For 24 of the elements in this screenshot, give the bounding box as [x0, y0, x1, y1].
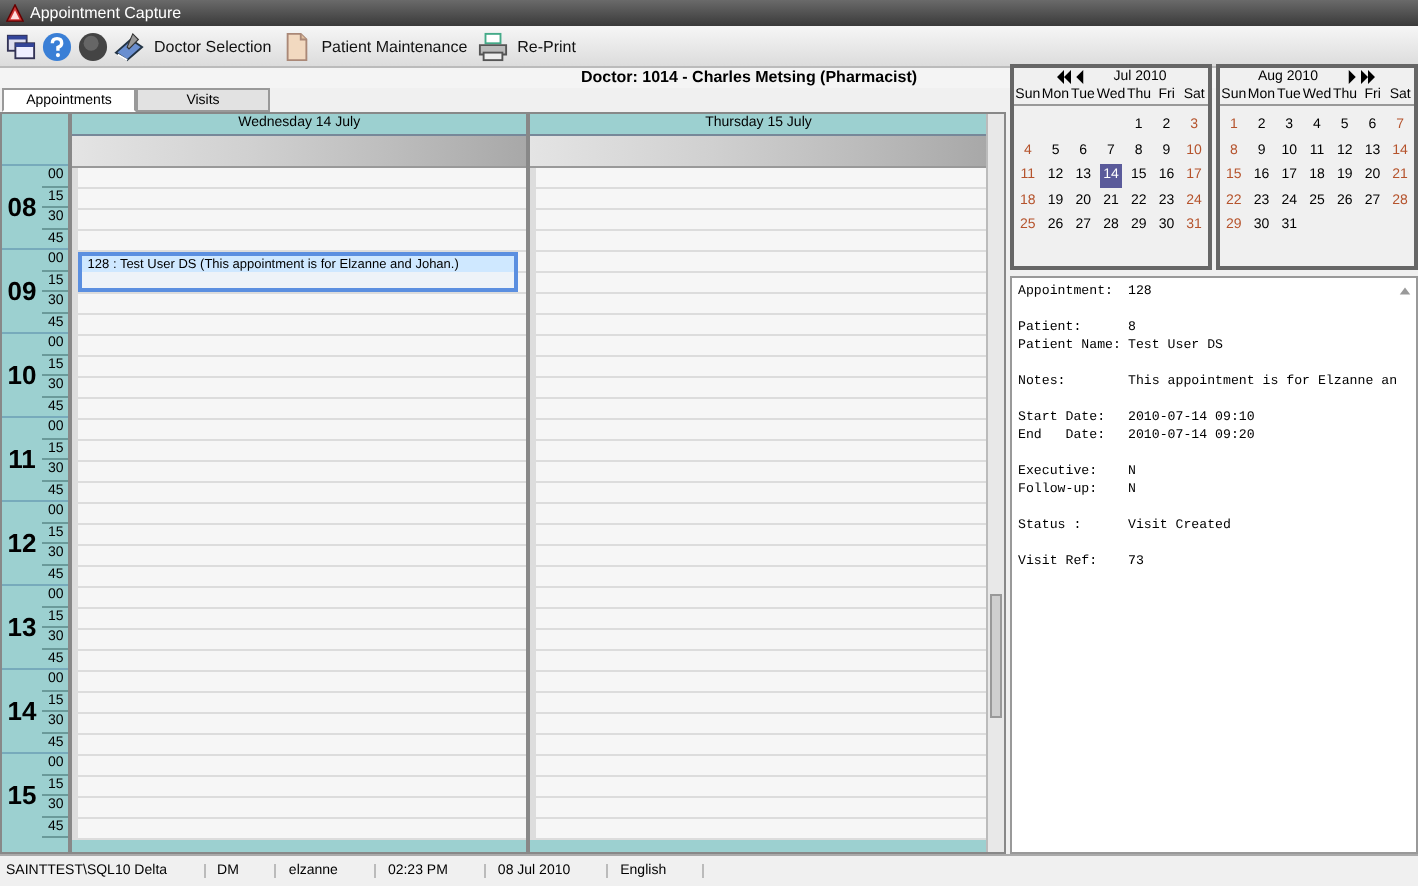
book-icon[interactable]	[114, 31, 144, 61]
scrollbar[interactable]	[986, 114, 1004, 852]
circle-icon[interactable]	[78, 31, 108, 61]
app-icon	[6, 4, 24, 22]
hour-label: 13	[5, 610, 39, 646]
hour-label: 12	[5, 526, 39, 562]
windows-icon[interactable]	[6, 31, 36, 61]
previous-arrows-icon[interactable]	[1055, 70, 1086, 84]
toolbar-button[interactable]: Patient Maintenance	[317, 37, 472, 55]
document-icon[interactable]	[281, 31, 312, 61]
hour-label: 15	[5, 778, 39, 814]
hour-label: 08	[5, 190, 39, 226]
hour-label: 11	[6, 442, 38, 478]
doctor-label: Doctor: 1014 - Charles Metsing (Pharmacist)	[580, 68, 918, 88]
next-arrows-icon[interactable]	[1345, 70, 1376, 84]
hour-label: 14	[5, 694, 39, 730]
toolbar-button[interactable]: Doctor Selection	[150, 37, 276, 55]
hour-label: 09	[5, 274, 39, 310]
help-icon[interactable]	[42, 31, 72, 61]
toolbar-button[interactable]: Re-Print	[513, 37, 580, 55]
window-title: Appointment Capture	[30, 4, 182, 22]
printer-icon[interactable]	[477, 31, 508, 61]
hour-label: 10	[5, 358, 39, 394]
scroll-up-icon[interactable]	[1398, 284, 1412, 298]
